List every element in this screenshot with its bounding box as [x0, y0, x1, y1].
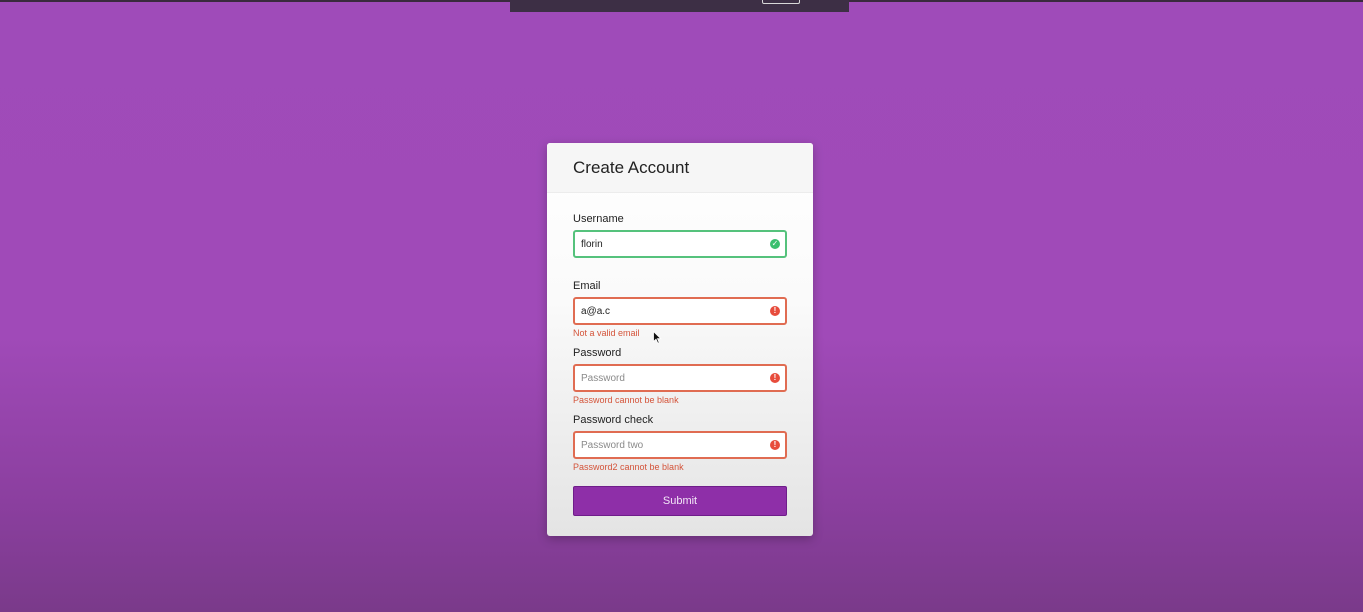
mouse-cursor-icon [653, 331, 662, 344]
password-check-error-message: Password2 cannot be blank [573, 462, 684, 472]
exclamation-circle-icon: ! [770, 440, 780, 450]
password-field: ! [573, 364, 787, 392]
submit-button[interactable]: Submit [573, 486, 787, 516]
email-error-message: Not a valid email [573, 328, 640, 338]
top-bar-button[interactable] [762, 0, 800, 4]
username-field: ✓ [573, 230, 787, 258]
card-header: Create Account [547, 143, 813, 193]
email-input[interactable] [581, 299, 761, 323]
exclamation-circle-icon: ! [770, 306, 780, 316]
email-field: ! [573, 297, 787, 325]
form-title: Create Account [573, 158, 690, 177]
password-input[interactable] [581, 366, 761, 390]
password-check-label: Password check [573, 414, 654, 426]
username-label: Username [573, 213, 624, 225]
password-label: Password [573, 347, 622, 359]
username-input[interactable] [581, 232, 761, 256]
email-label: Email [573, 280, 601, 292]
check-circle-icon: ✓ [770, 239, 780, 249]
password-error-message: Password cannot be blank [573, 395, 679, 405]
password-check-input[interactable] [581, 433, 761, 457]
video-top-bar [510, 0, 849, 12]
exclamation-circle-icon: ! [770, 373, 780, 383]
password-check-field: ! [573, 431, 787, 459]
create-account-card: Create Account Username ✓ Email ! Not a … [547, 143, 813, 536]
